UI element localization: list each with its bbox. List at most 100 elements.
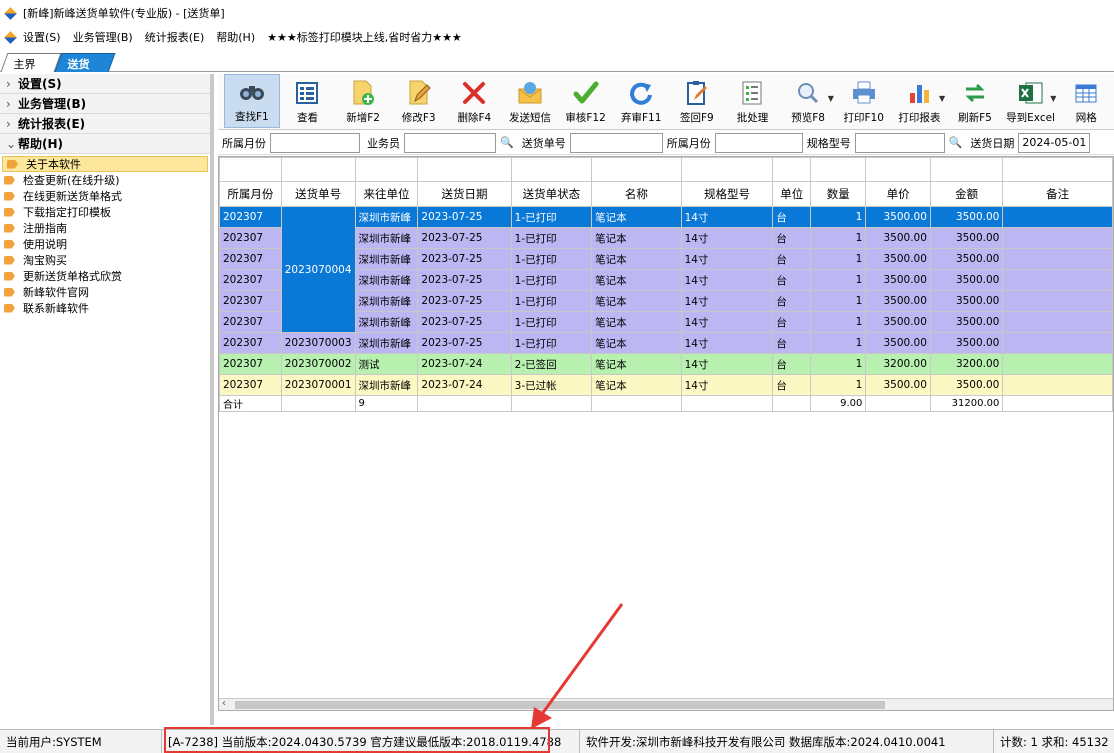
cell-price[interactable]: 3500.00 xyxy=(865,269,931,291)
column-header-amount[interactable]: 金额 xyxy=(929,181,1004,207)
cell-note[interactable] xyxy=(1002,206,1113,228)
cell-note[interactable] xyxy=(1002,227,1113,249)
help-item-about[interactable]: 关于本软件 xyxy=(2,156,208,172)
horizontal-scrollbar[interactable]: ‹ xyxy=(219,698,1113,710)
grid-filter-cell[interactable] xyxy=(510,157,593,182)
cell-status[interactable]: 3-已过帐 xyxy=(510,374,593,396)
cell-amount[interactable]: 3500.00 xyxy=(929,332,1004,354)
cell-month[interactable]: 202307 xyxy=(219,353,282,375)
cell-name[interactable]: 笔记本 xyxy=(591,269,682,291)
cell-qty[interactable]: 1 xyxy=(810,374,867,396)
cell-qty[interactable]: 1 xyxy=(810,227,867,249)
cell-name[interactable]: 笔记本 xyxy=(591,248,682,270)
cell-company[interactable]: 测试 xyxy=(354,353,419,375)
delete-button[interactable]: 删除F4 xyxy=(447,74,503,128)
grid-filter-cell[interactable] xyxy=(810,157,867,182)
table-row[interactable]: 202307 2023070004 深圳市新峰 2023-07-25 1-已打印… xyxy=(219,206,1113,333)
cell-note[interactable] xyxy=(1002,374,1113,396)
cell-note[interactable] xyxy=(1002,332,1113,354)
column-header-unit[interactable]: 单位 xyxy=(772,181,812,207)
scroll-left-icon[interactable]: ‹ xyxy=(222,698,226,709)
spec-filter-input[interactable] xyxy=(854,132,945,153)
cell-status[interactable]: 1-已打印 xyxy=(510,332,593,354)
help-item-download-template[interactable]: 下载指定打印模板 xyxy=(0,204,210,220)
cell-price[interactable]: 3500.00 xyxy=(865,311,931,333)
print-report-button[interactable]: ▼ 打印报表 xyxy=(892,74,948,128)
cell-spec[interactable]: 14寸 xyxy=(680,269,774,291)
help-item-taobao[interactable]: 淘宝购买 xyxy=(0,252,210,268)
help-item-format-gallery[interactable]: 更新送货单格式欣赏 xyxy=(0,268,210,284)
edit-button[interactable]: 修改F3 xyxy=(391,74,447,128)
cell-month[interactable]: 202307 xyxy=(219,332,282,354)
help-item-contact[interactable]: 联系新峰软件 xyxy=(0,300,210,316)
cell-name[interactable]: 笔记本 xyxy=(591,332,682,354)
cell-unit[interactable]: 台 xyxy=(772,332,812,354)
cell-company[interactable]: 深圳市新峰 xyxy=(354,248,419,270)
help-item-website[interactable]: 新峰软件官网 xyxy=(0,284,210,300)
cell-price[interactable]: 3500.00 xyxy=(865,206,931,228)
cell-company[interactable]: 深圳市新峰 xyxy=(354,311,419,333)
cell-order-no-merged[interactable]: 2023070004 xyxy=(280,206,356,333)
view-button[interactable]: 查看 xyxy=(280,74,336,128)
grid-button[interactable]: 网格 xyxy=(1058,74,1114,128)
sign-back-button[interactable]: 签回F9 xyxy=(669,74,725,128)
cell-status[interactable]: 1-已打印 xyxy=(510,311,593,333)
cell-note[interactable] xyxy=(1002,248,1113,270)
month2-filter-input[interactable] xyxy=(714,132,803,153)
cell-status[interactable]: 1-已打印 xyxy=(510,290,593,312)
cell-date[interactable]: 2023-07-25 xyxy=(417,248,512,270)
cell-status[interactable]: 2-已签回 xyxy=(510,353,593,375)
cell-unit[interactable]: 台 xyxy=(772,248,812,270)
cell-spec[interactable]: 14寸 xyxy=(680,353,774,375)
cell-spec[interactable]: 14寸 xyxy=(680,206,774,228)
cell-spec[interactable]: 14寸 xyxy=(680,374,774,396)
cell-name[interactable]: 笔记本 xyxy=(591,374,682,396)
cell-unit[interactable]: 台 xyxy=(772,227,812,249)
cell-month[interactable]: 202307 xyxy=(219,374,282,396)
grid-filter-cell[interactable] xyxy=(417,157,512,182)
date-filter-input[interactable] xyxy=(1018,132,1091,153)
sidebar-section-settings[interactable]: › 设置(S) xyxy=(0,74,210,94)
grid-filter-cell[interactable] xyxy=(929,157,1004,182)
grid-filter-cell[interactable] xyxy=(219,157,282,182)
cell-company[interactable]: 深圳市新峰 xyxy=(354,290,419,312)
cell-amount[interactable]: 3500.00 xyxy=(929,206,1004,228)
column-header-status[interactable]: 送货单状态 xyxy=(510,181,593,207)
cell-company[interactable]: 深圳市新峰 xyxy=(354,332,419,354)
cell-name[interactable]: 笔记本 xyxy=(591,206,682,228)
cell-price[interactable]: 3500.00 xyxy=(865,227,931,249)
cell-unit[interactable]: 台 xyxy=(772,374,812,396)
grid-filter-cell[interactable] xyxy=(591,157,682,182)
cell-company[interactable]: 深圳市新峰 xyxy=(354,227,419,249)
cell-name[interactable]: 笔记本 xyxy=(591,311,682,333)
cell-qty[interactable]: 1 xyxy=(810,248,867,270)
cell-unit[interactable]: 台 xyxy=(772,269,812,291)
cell-spec[interactable]: 14寸 xyxy=(680,290,774,312)
table-row[interactable]: 202307 2023070002 测试 2023-07-24 2-已签回 笔记… xyxy=(219,353,1113,375)
salesman-filter-input[interactable] xyxy=(404,132,496,153)
cell-name[interactable]: 笔记本 xyxy=(591,290,682,312)
cell-date[interactable]: 2023-07-25 xyxy=(417,290,512,312)
column-header-note[interactable]: 备注 xyxy=(1002,181,1113,207)
cell-qty[interactable]: 1 xyxy=(810,311,867,333)
cell-order-no[interactable]: 2023070003 xyxy=(280,332,356,354)
cell-spec[interactable]: 14寸 xyxy=(680,332,774,354)
cell-unit[interactable]: 台 xyxy=(772,290,812,312)
cell-company[interactable]: 深圳市新峰 xyxy=(354,269,419,291)
cell-date[interactable]: 2023-07-25 xyxy=(417,227,512,249)
column-header-spec[interactable]: 规格型号 xyxy=(680,181,774,207)
cell-qty[interactable]: 1 xyxy=(810,290,867,312)
grid-filter-cell[interactable] xyxy=(280,157,356,182)
cell-qty[interactable]: 1 xyxy=(810,269,867,291)
grid-filter-cell[interactable] xyxy=(1002,157,1113,182)
cell-amount[interactable]: 3200.00 xyxy=(929,353,1004,375)
refresh-button[interactable]: 刷新F5 xyxy=(947,74,1003,128)
cell-date[interactable]: 2023-07-25 xyxy=(417,332,512,354)
cell-month[interactable]: 202307 xyxy=(219,227,282,249)
cell-date[interactable]: 2023-07-25 xyxy=(417,206,512,228)
help-item-manual[interactable]: 使用说明 xyxy=(0,236,210,252)
month-filter-input[interactable] xyxy=(270,132,360,153)
cell-qty[interactable]: 1 xyxy=(810,332,867,354)
export-excel-button[interactable]: ▼ 导到Excel xyxy=(1003,74,1059,128)
cell-amount[interactable]: 3500.00 xyxy=(929,227,1004,249)
